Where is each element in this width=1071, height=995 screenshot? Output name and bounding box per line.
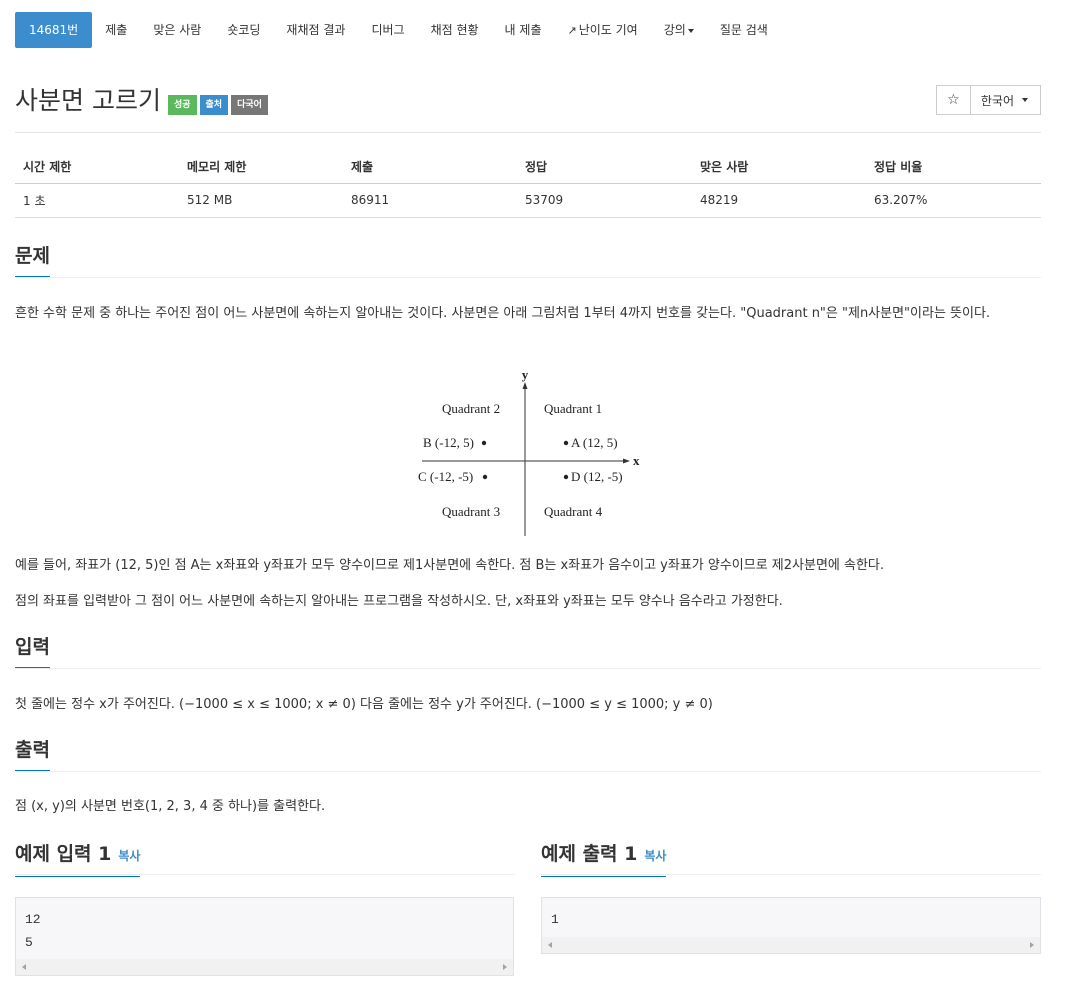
header-accepted-users: 맞은 사람 (692, 150, 866, 184)
input-section-header: 입력 (15, 635, 1041, 669)
caret-down-icon (687, 28, 694, 33)
quadrant-3-label: Quadrant 3 (442, 504, 500, 519)
problem-example-text: 예를 들어, 좌표가 (12, 5)인 점 A는 x좌표와 y좌표가 모두 양수… (15, 558, 885, 573)
sample-input-header: 예제 입력 1 복사 (15, 842, 515, 877)
external-link-icon: ↗ (567, 24, 577, 37)
point-d (563, 474, 569, 480)
submissions-value: 86911 (343, 183, 517, 218)
nav-submit[interactable]: 제출 (92, 12, 140, 48)
solved-badge: 성공 (167, 95, 197, 115)
sample-output-header: 예제 출력 1 복사 (541, 842, 1041, 877)
horizontal-scrollbar[interactable] (16, 959, 513, 975)
title-tools: ☆ 한국어 (935, 85, 1041, 115)
page-title: 사분면 고르기 (15, 86, 161, 115)
copy-sample-input-button[interactable]: 복사 (118, 849, 140, 863)
quadrant-2-label: Quadrant 2 (442, 401, 500, 416)
nav-status[interactable]: 채점 현황 (418, 12, 492, 48)
problem-heading: 문제 (15, 244, 50, 277)
point-a (563, 440, 569, 446)
star-icon: ☆ (947, 92, 960, 108)
point-b (481, 440, 487, 446)
horizontal-scrollbar[interactable] (542, 937, 1040, 953)
sample-output-heading: 예제 출력 1 복사 (541, 842, 667, 877)
nav-question-search[interactable]: 질문 검색 (707, 12, 781, 48)
header-memory-limit: 메모리 제한 (179, 150, 343, 184)
nav-debug[interactable]: 디버그 (358, 12, 417, 48)
nav-lectures-dropdown[interactable]: 강의 (651, 12, 707, 48)
quadrant-1-label: Quadrant 1 (544, 401, 602, 416)
point-c-label: C (-12, -5) (418, 469, 473, 484)
problem-task-text: 점의 좌표를 입력받아 그 점이 어느 사분면에 속하는지 알아내는 프로그램을… (15, 594, 783, 609)
caret-down-icon (1022, 98, 1028, 102)
star-button[interactable]: ☆ (935, 85, 970, 115)
nav-rejudge-results[interactable]: 재채점 결과 (273, 12, 358, 48)
time-limit-value: 1 초 (15, 183, 179, 218)
y-axis-label: y (522, 367, 529, 382)
quadrant-diagram: y x Quadrant 2 Quadrant 1 Quadrant 3 Qua… (418, 367, 640, 536)
multilingual-badge: 다국어 (231, 95, 268, 115)
copy-sample-output-button[interactable]: 복사 (644, 849, 666, 863)
quadrant-4-label: Quadrant 4 (544, 504, 603, 519)
header-time-limit: 시간 제한 (15, 150, 179, 184)
output-description: 점 (x, y)의 사분면 번호(1, 2, 3, 4 중 하나)를 출력한다. (15, 799, 326, 814)
x-axis-label: x (633, 453, 640, 468)
sample-output-text: 1 (551, 912, 559, 927)
point-c (482, 474, 488, 480)
input-heading: 입력 (15, 635, 50, 668)
problem-info-table: 시간 제한 메모리 제한 제출 정답 맞은 사람 정답 비율 1 초 512 M… (15, 150, 1041, 218)
nav-short-coding[interactable]: 숏코딩 (214, 12, 273, 48)
input-description: 첫 줄에는 정수 x가 주어진다. (−1000 ≤ x ≤ 1000; x ≠… (15, 697, 713, 712)
output-heading: 출력 (15, 738, 50, 771)
sample-input-box[interactable]: 12 5 (15, 897, 514, 976)
problem-nav: 14681번 제출 맞은 사람 숏코딩 재채점 결과 디버그 채점 현황 내 제… (15, 12, 781, 48)
sample-input-text: 12 5 (25, 912, 41, 950)
header-accepted: 정답 (517, 150, 692, 184)
sample-output-box[interactable]: 1 (541, 897, 1041, 954)
header-submissions: 제출 (343, 150, 517, 184)
problem-badges: 성공 출처 다국어 (167, 95, 271, 115)
output-section-header: 출력 (15, 738, 1041, 772)
nav-problem-number[interactable]: 14681번 (15, 12, 93, 48)
point-d-label: D (12, -5) (571, 469, 623, 484)
problem-title-row: 사분면 고르기 성공 출처 다국어 (15, 86, 271, 116)
point-a-label: A (12, 5) (571, 435, 618, 450)
nav-my-submissions[interactable]: 내 제출 (492, 12, 555, 48)
x-axis-arrow (623, 458, 630, 464)
language-dropdown[interactable]: 한국어 (969, 85, 1041, 115)
accepted-ratio-value: 63.207% (866, 183, 1041, 218)
table-header-row: 시간 제한 메모리 제한 제출 정답 맞은 사람 정답 비율 (15, 150, 1041, 184)
scroll-left-icon[interactable] (22, 964, 26, 970)
problem-description: 흔한 수학 문제 중 하나는 주어진 점이 어느 사분면에 속하는지 알아내는 … (15, 306, 991, 321)
table-row: 1 초 512 MB 86911 53709 48219 63.207% (15, 183, 1041, 218)
problem-section-header: 문제 (15, 244, 1041, 278)
scroll-right-icon[interactable] (503, 964, 507, 970)
scroll-right-icon[interactable] (1030, 942, 1034, 948)
header-accepted-ratio: 정답 비율 (866, 150, 1041, 184)
divider (15, 132, 1041, 133)
accepted-value: 53709 (517, 183, 692, 218)
nav-accepted-users[interactable]: 맞은 사람 (140, 12, 214, 48)
memory-limit-value: 512 MB (179, 183, 343, 218)
sample-input-heading: 예제 입력 1 복사 (15, 842, 141, 877)
accepted-users-value: 48219 (692, 183, 866, 218)
source-badge[interactable]: 출처 (199, 95, 229, 115)
point-b-label: B (-12, 5) (423, 435, 474, 450)
y-axis-arrow (522, 382, 528, 389)
scroll-left-icon[interactable] (548, 942, 552, 948)
nav-difficulty-contribution[interactable]: ↗ 난이도 기여 (554, 12, 650, 48)
